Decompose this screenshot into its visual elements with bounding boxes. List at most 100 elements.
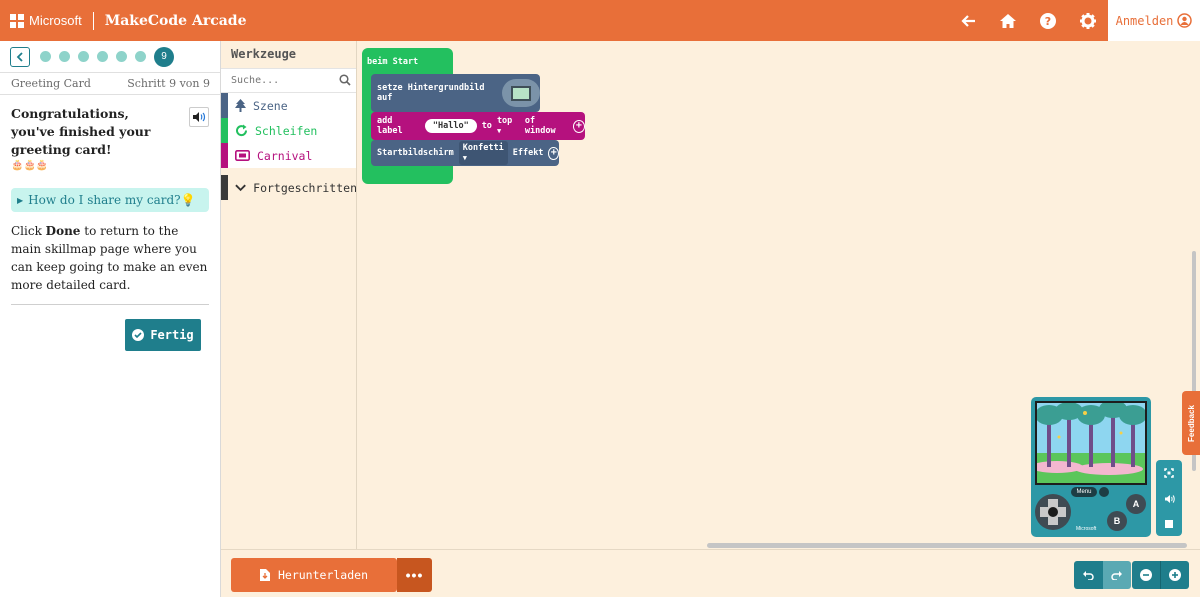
feedback-label: Feedback [1186, 404, 1196, 442]
search-icon[interactable] [339, 74, 351, 86]
done-button[interactable]: Fertig [125, 319, 201, 351]
menu-button[interactable]: Menu [1071, 487, 1097, 497]
add-label-block[interactable]: add label "Hallo" to top ▼ of window + [371, 112, 585, 140]
a-button[interactable]: A [1126, 494, 1146, 514]
hint-toggle[interactable]: ▶ How do I share my card?💡 [11, 188, 209, 212]
block-label: add label [377, 116, 403, 136]
search-input[interactable] [221, 69, 331, 92]
effect-dropdown[interactable]: Konfetti ▼ [458, 141, 508, 165]
fullscreen-icon[interactable] [1164, 468, 1174, 478]
block-label: of window [524, 116, 556, 136]
toolbox-search [221, 68, 357, 93]
file-download-icon [259, 569, 270, 581]
forest-scene-image [1031, 400, 1147, 483]
category-label: Fortgeschritten [253, 180, 357, 195]
redo-icon [1111, 570, 1123, 580]
settings-icon [1080, 12, 1096, 29]
help-button[interactable]: ? [1028, 0, 1068, 41]
position-dropdown[interactable]: top ▼ [497, 116, 520, 136]
read-aloud-button[interactable] [189, 107, 209, 127]
step-dot[interactable] [97, 51, 108, 62]
step-dot[interactable] [40, 51, 51, 62]
set-background-block[interactable]: setze Hintergrundbild auf [371, 74, 540, 112]
toolbox-title: Werkzeuge [231, 47, 297, 61]
brand-name: Microsoft [29, 13, 82, 28]
ticket-icon [235, 150, 250, 161]
simulator-controls [1156, 460, 1182, 536]
zoom-in-button[interactable] [1161, 561, 1189, 589]
done-label: Fertig [150, 328, 194, 342]
instructions-pre: Click [11, 224, 46, 238]
effect-value: Konfetti [462, 143, 504, 153]
game-simulator[interactable]: Menu A B Microsoft [1031, 397, 1151, 537]
category-list: Szene Schleifen Carnival [221, 93, 357, 168]
stop-icon[interactable] [1165, 520, 1173, 528]
instructions-bold: Done [45, 224, 81, 238]
top-header: Microsoft MakeCode Arcade ? Anmelden [0, 0, 1200, 41]
triangle-right-icon: ▶ [17, 195, 24, 205]
check-circle-icon [132, 329, 145, 341]
tutorial-heading: Congratulations, you've finished your gr… [11, 106, 151, 157]
tutorial-instructions: Click Done to return to the main skillma… [11, 222, 209, 294]
dpad-icon [1040, 499, 1066, 525]
home-button[interactable] [988, 0, 1028, 41]
microsoft-logo[interactable]: Microsoft [10, 13, 82, 28]
caret-down-icon: ▼ [462, 154, 467, 162]
splash-screen-block[interactable]: Startbildschirm Konfetti ▼ Effekt + [371, 140, 559, 166]
category-label: Carnival [257, 148, 313, 163]
category-carnival[interactable]: Carnival [221, 143, 357, 168]
bottom-toolbar: Herunterladen ••• [221, 549, 1200, 597]
header-divider [92, 11, 94, 30]
step-counter: Schritt 9 von 9 [127, 77, 210, 90]
plus-icon[interactable]: + [572, 119, 585, 133]
settings-button[interactable] [1068, 0, 1108, 41]
simulator-screen[interactable] [1031, 400, 1147, 485]
label-text-input[interactable]: "Hallo" [424, 119, 477, 133]
more-options-button[interactable]: ••• [397, 558, 432, 592]
step-dot[interactable] [135, 51, 146, 62]
category-scene[interactable]: Szene [221, 93, 357, 118]
caret-down-icon: ▼ [496, 127, 502, 135]
block-label: Startbildschirm [377, 148, 454, 158]
app-title[interactable]: MakeCode Arcade [105, 13, 247, 29]
step-dot[interactable] [59, 51, 70, 62]
volume-icon[interactable] [1164, 494, 1175, 504]
toolbox: Werkzeuge Szene Schleifen Carnival Fortg… [221, 41, 357, 549]
tutorial-panel: 9 Greeting Card Schritt 9 von 9 Congratu… [0, 41, 221, 597]
redo-button[interactable] [1102, 561, 1131, 589]
feedback-tab[interactable]: Feedback [1182, 391, 1200, 455]
undo-button[interactable] [1074, 561, 1103, 589]
back-button[interactable] [948, 0, 988, 41]
undo-redo-group [1074, 561, 1131, 589]
step-dot[interactable] [116, 51, 127, 62]
sign-in-button[interactable]: Anmelden [1108, 0, 1200, 41]
category-loops[interactable]: Schleifen [221, 118, 357, 143]
home-icon [1000, 13, 1016, 28]
horizontal-scrollbar[interactable] [707, 543, 1187, 548]
zoom-out-button[interactable] [1132, 561, 1161, 589]
label-text-value: Hallo [437, 121, 464, 131]
blocks-workspace[interactable]: beim Start setze Hintergrundbild auf add… [357, 41, 1200, 549]
hint-label: How do I share my card?💡 [28, 193, 196, 207]
cake-emojis: 🎂🎂🎂 [11, 160, 49, 171]
block-label: beim Start [367, 57, 419, 67]
minus-circle-icon [1140, 569, 1152, 581]
step-dot[interactable] [78, 51, 89, 62]
b-button[interactable]: B [1107, 511, 1127, 531]
block-label: to [481, 121, 492, 131]
svg-text:?: ? [1045, 15, 1051, 28]
step-indicator: 9 [0, 41, 220, 73]
zoom-group [1132, 561, 1189, 589]
dpad[interactable] [1035, 494, 1071, 530]
chevron-left-icon [16, 51, 23, 62]
background-image-picker[interactable] [501, 79, 540, 107]
current-step-dot[interactable]: 9 [154, 46, 174, 67]
previous-step-button[interactable] [10, 46, 30, 67]
restart-button[interactable] [1099, 487, 1109, 497]
undo-icon [1082, 570, 1094, 580]
download-button[interactable]: Herunterladen [231, 558, 397, 592]
category-advanced[interactable]: Fortgeschritten [221, 175, 357, 200]
help-icon: ? [1040, 12, 1056, 29]
chevron-down-icon [235, 184, 246, 191]
plus-icon[interactable]: + [548, 146, 559, 160]
